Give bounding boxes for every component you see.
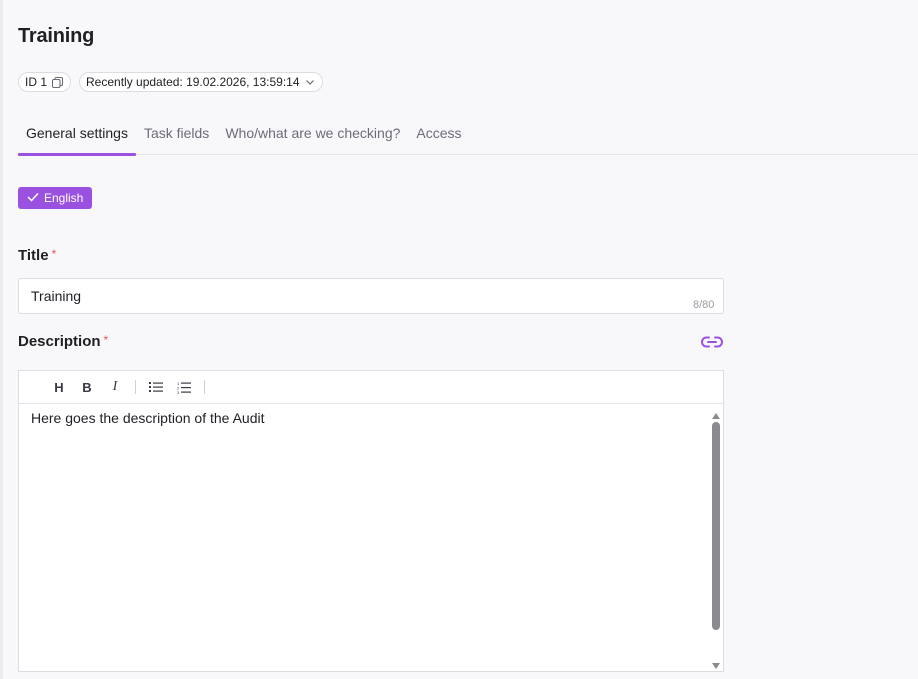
- meta-row: ID 1 Recently updated: 19.02.2026, 13:59…: [18, 72, 323, 92]
- scroll-thumb[interactable]: [712, 422, 720, 630]
- tab-general-settings[interactable]: General settings: [18, 112, 136, 156]
- updated-label: Recently updated: 19.02.2026, 13:59:14: [86, 75, 300, 89]
- title-label-text: Title: [18, 247, 49, 264]
- tab-bar: General settings Task fields Who/what ar…: [18, 112, 918, 156]
- language-english-button[interactable]: English: [18, 187, 93, 209]
- numbered-list-icon: 1 2 3: [177, 381, 191, 394]
- title-char-counter: 8/80: [693, 299, 715, 311]
- title-input[interactable]: [18, 278, 724, 314]
- required-mark: *: [51, 247, 57, 261]
- chevron-down-icon: [304, 76, 316, 88]
- description-field-label: Description *: [18, 333, 108, 350]
- link-icon[interactable]: [700, 333, 724, 351]
- left-panel-edge: [0, 0, 3, 679]
- copy-icon[interactable]: [51, 76, 64, 89]
- numbered-list-button[interactable]: 1 2 3: [170, 376, 198, 398]
- description-label-text: Description: [18, 333, 101, 350]
- tab-task-fields[interactable]: Task fields: [136, 112, 217, 155]
- italic-button[interactable]: I: [101, 376, 129, 398]
- tab-who-what-checking[interactable]: Who/what are we checking?: [217, 112, 408, 155]
- scroll-up-arrow-icon[interactable]: [711, 408, 721, 419]
- page-title: Training: [18, 25, 95, 47]
- svg-text:3: 3: [177, 390, 180, 394]
- heading-button[interactable]: H: [45, 376, 73, 398]
- id-chip[interactable]: ID 1: [18, 72, 72, 92]
- editor-scrollbar[interactable]: [711, 406, 721, 670]
- bullet-list-button[interactable]: [142, 376, 170, 398]
- editor-toolbar: H B I 1 2 3: [19, 371, 723, 404]
- language-label: English: [44, 191, 84, 205]
- description-text[interactable]: Here goes the description of the Audit: [31, 410, 264, 426]
- bold-button[interactable]: B: [73, 376, 101, 398]
- toolbar-divider: [204, 380, 205, 394]
- description-editor: H B I 1 2 3 Here goes the description of…: [18, 370, 724, 672]
- required-mark: *: [103, 333, 109, 347]
- id-label: ID 1: [25, 75, 48, 89]
- tab-access[interactable]: Access: [408, 112, 469, 155]
- check-icon: [27, 191, 39, 205]
- title-field-label: Title *: [18, 247, 56, 264]
- scroll-down-arrow-icon[interactable]: [711, 658, 721, 669]
- bullet-list-icon: [149, 382, 163, 392]
- updated-dropdown[interactable]: Recently updated: 19.02.2026, 13:59:14: [79, 72, 323, 92]
- toolbar-divider: [135, 380, 136, 394]
